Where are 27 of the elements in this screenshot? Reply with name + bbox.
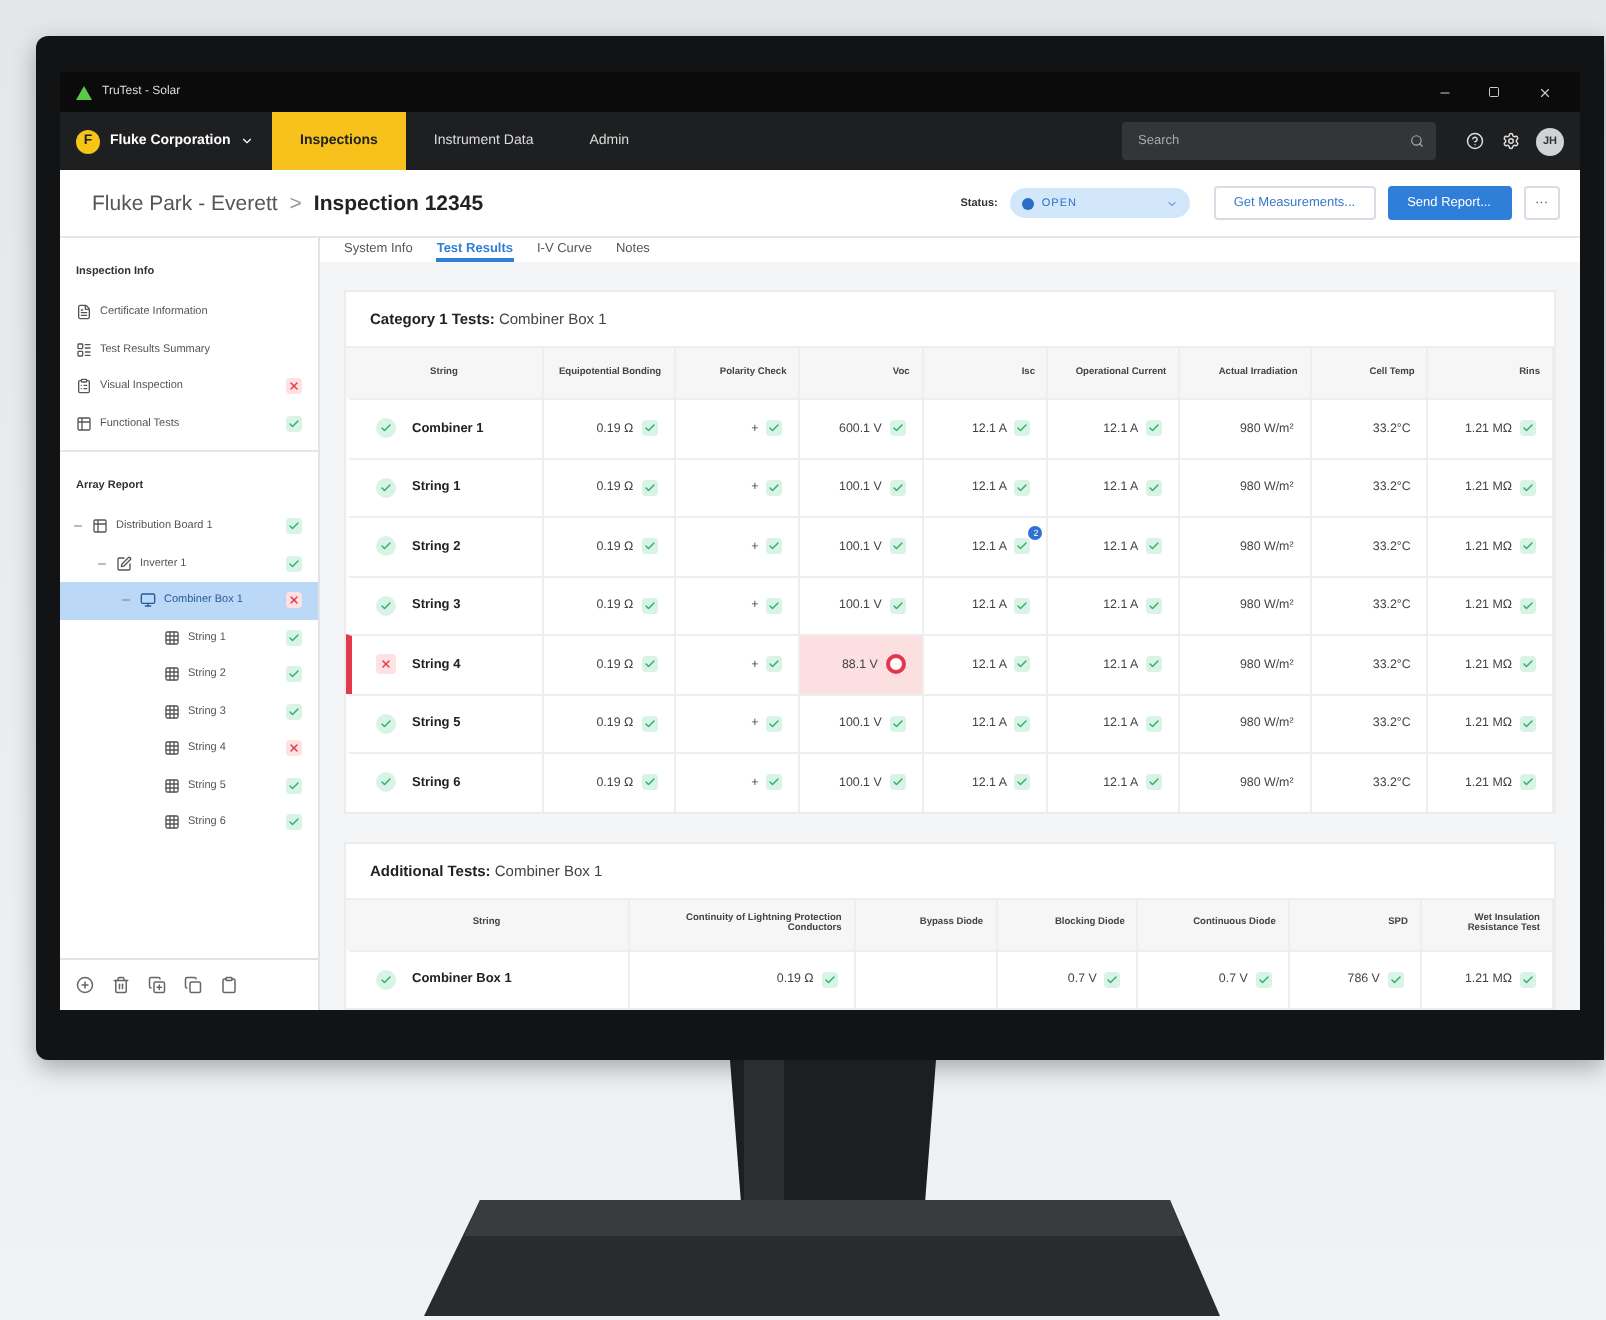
app-logo-icon: [76, 85, 92, 99]
node-icon: [164, 703, 180, 720]
node-icon: [164, 777, 180, 794]
trash-icon[interactable]: [112, 976, 130, 994]
search-icon: [1410, 134, 1424, 148]
item-icon: [76, 378, 92, 395]
copy-icon[interactable]: [184, 976, 202, 994]
node-icon: [92, 518, 108, 535]
duplicate-icon[interactable]: [148, 976, 166, 994]
node-icon: [164, 740, 180, 757]
add-icon[interactable]: [76, 976, 94, 994]
item-icon: [76, 415, 92, 432]
node-icon: [164, 666, 180, 683]
node-icon: [164, 629, 180, 646]
node-icon: [140, 592, 156, 609]
node-icon: [116, 555, 132, 572]
breadcrumb-link[interactable]: Fluke Park - Everett: [92, 191, 278, 215]
status-dot-icon: [1021, 197, 1034, 209]
item-icon: [76, 304, 92, 321]
paste-icon[interactable]: [220, 976, 238, 994]
node-icon: [164, 814, 180, 831]
caret-icon[interactable]: [240, 134, 255, 148]
error-icon: [885, 654, 906, 675]
item-icon: [76, 341, 92, 358]
breadcrumb-separator: >: [289, 191, 302, 215]
page-title: Inspection 12345: [313, 191, 484, 215]
caret-icon: [1165, 197, 1178, 209]
